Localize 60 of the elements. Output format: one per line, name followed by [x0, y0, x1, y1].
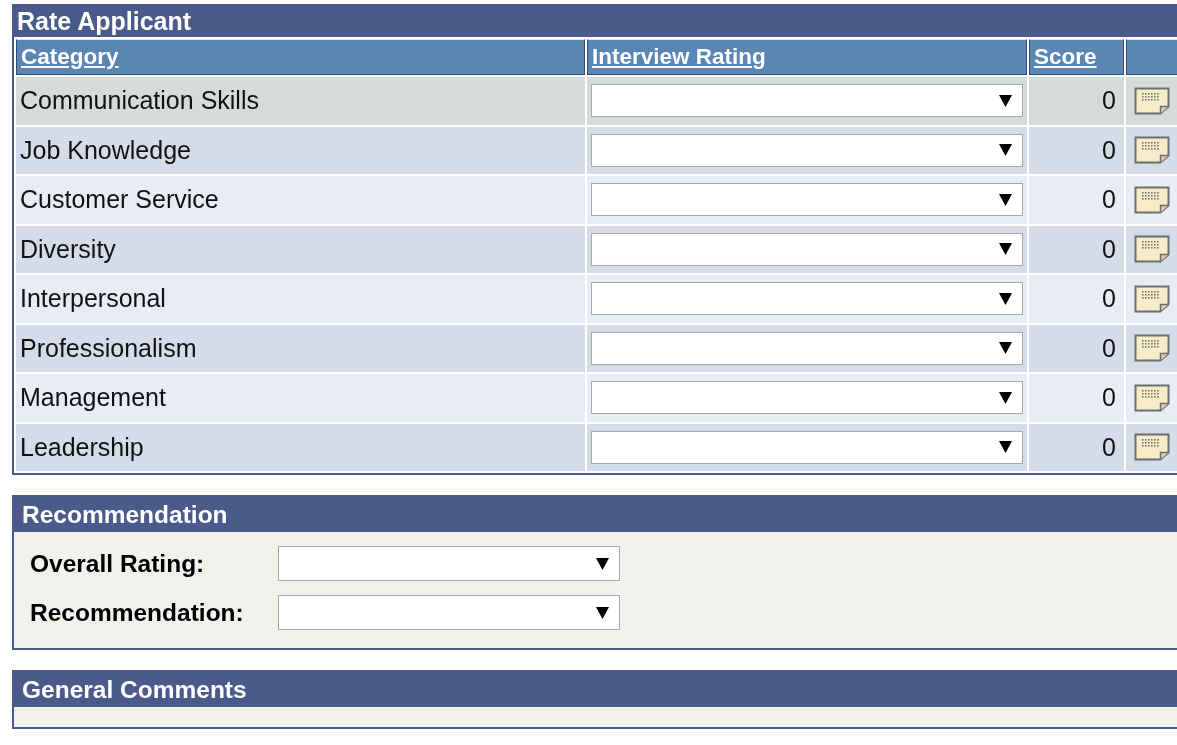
table-row[interactable]: Leadership 0	[16, 423, 1177, 471]
score-cell: 0	[1029, 77, 1124, 125]
score-cell: 0	[1029, 324, 1124, 372]
score-cell: 0	[1029, 423, 1124, 471]
category-cell: Leadership	[16, 423, 585, 471]
caret-icon	[596, 557, 609, 570]
sort-link[interactable]: Interview Rating	[592, 44, 766, 69]
table-row[interactable]: Customer Service 0	[16, 176, 1177, 224]
caret-icon	[999, 342, 1012, 355]
category-cell: Customer Service	[16, 176, 585, 224]
table-row[interactable]: Professionalism 0	[16, 324, 1177, 372]
rating-dropdown[interactable]	[591, 430, 1023, 464]
rating-dropdown[interactable]	[591, 133, 1023, 167]
sort-link[interactable]: Category	[21, 44, 119, 69]
rating-dropdown[interactable]	[591, 282, 1023, 316]
rating-dropdown[interactable]	[591, 331, 1023, 365]
table-row[interactable]: Interpersonal 0	[16, 275, 1177, 323]
rating-dropdown[interactable]	[591, 183, 1023, 217]
caret-icon	[999, 94, 1012, 107]
category-cell: Professionalism	[16, 324, 585, 372]
sort-link[interactable]: Score	[1034, 44, 1097, 69]
caret-icon	[999, 144, 1012, 157]
category-cell: Interpersonal	[16, 275, 585, 323]
panel-title: Recommendation	[14, 497, 1177, 532]
caret-icon	[999, 193, 1012, 206]
table-row[interactable]: Communication Skills 0	[16, 77, 1177, 125]
caret-icon	[596, 606, 609, 619]
field-label: Recommendation:	[30, 598, 245, 627]
caret-icon	[999, 391, 1012, 404]
category-cell: Diversity	[16, 225, 585, 273]
note-icon[interactable]	[1134, 185, 1170, 214]
select-dropdown[interactable]	[278, 546, 620, 581]
note-icon[interactable]	[1134, 284, 1170, 313]
score-cell: 0	[1029, 275, 1124, 323]
note-icon[interactable]	[1134, 433, 1170, 462]
table-row[interactable]: Diversity 0	[16, 225, 1177, 273]
rating-dropdown[interactable]	[591, 381, 1023, 415]
category-cell: Job Knowledge	[16, 126, 585, 174]
select-dropdown[interactable]	[278, 595, 620, 630]
note-icon[interactable]	[1134, 136, 1170, 165]
score-cell: 0	[1029, 225, 1124, 273]
caret-icon	[999, 292, 1012, 305]
category-cell: Communication Skills	[16, 77, 585, 125]
score-cell: 0	[1029, 374, 1124, 422]
note-icon[interactable]	[1134, 383, 1170, 412]
note-icon[interactable]	[1134, 86, 1170, 115]
score-cell: 0	[1029, 126, 1124, 174]
table-row[interactable]: Management 0	[16, 374, 1177, 422]
caret-icon	[999, 441, 1012, 454]
score-cell: 0	[1029, 176, 1124, 224]
field-label: Overall Rating:	[30, 549, 206, 578]
rating-dropdown[interactable]	[591, 232, 1023, 266]
rating-dropdown[interactable]	[591, 84, 1023, 118]
table-row[interactable]: Job Knowledge 0	[16, 126, 1177, 174]
category-cell: Management	[16, 374, 585, 422]
note-icon[interactable]	[1134, 334, 1170, 363]
panel-title: General Comments	[14, 672, 1177, 707]
panel-title: Rate Applicant	[14, 6, 1177, 37]
note-icon[interactable]	[1134, 235, 1170, 264]
caret-icon	[999, 243, 1012, 256]
